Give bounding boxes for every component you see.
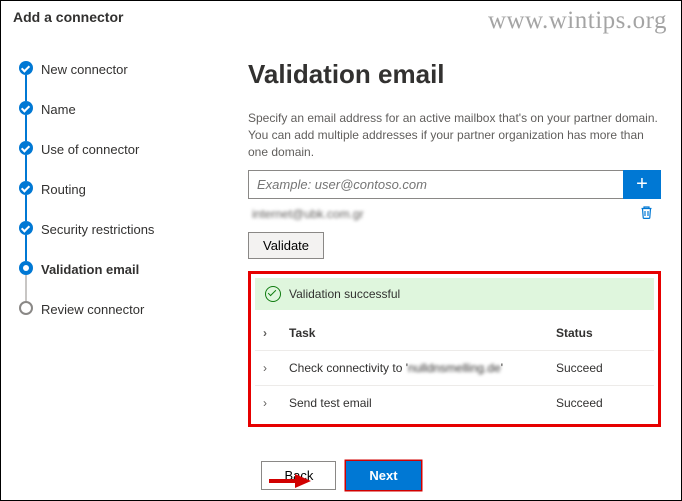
check-icon (19, 221, 33, 235)
task-row: › Send test email Succeed (255, 386, 654, 420)
added-email-value: internet@ubk.com.gr (252, 207, 364, 221)
step-name[interactable]: Name (13, 89, 208, 129)
task-header-row: › Task Status (255, 316, 654, 351)
task-cell: Send test email (283, 396, 556, 410)
task-header: Task (283, 326, 556, 340)
success-banner: Validation successful (255, 278, 654, 310)
step-label: Use of connector (41, 142, 139, 157)
step-validation-email[interactable]: Validation email (13, 249, 208, 289)
chevron-right-icon[interactable]: › (263, 361, 283, 375)
step-label: Name (41, 102, 76, 117)
check-icon (19, 181, 33, 195)
step-review-connector[interactable]: Review connector (13, 289, 208, 329)
success-icon (265, 286, 281, 302)
success-message: Validation successful (289, 287, 400, 301)
page-description: Specify an email address for an active m… (248, 110, 661, 160)
step-new-connector[interactable]: New connector (13, 49, 208, 89)
step-label: Validation email (41, 262, 139, 277)
wizard-steps: New connector Name Use of connector Rout… (13, 29, 208, 449)
panel-title: Add a connector (1, 1, 681, 29)
validate-button[interactable]: Validate (248, 232, 324, 259)
task-cell: Check connectivity to 'nulldnsmelling.de… (283, 361, 556, 375)
current-step-icon (19, 261, 33, 275)
step-label: New connector (41, 62, 128, 77)
check-icon (19, 61, 33, 75)
step-use-of-connector[interactable]: Use of connector (13, 129, 208, 169)
pending-step-icon (19, 301, 33, 315)
page-title: Validation email (248, 59, 661, 90)
chevron-right-icon[interactable]: › (263, 326, 283, 340)
next-button[interactable]: Next (346, 461, 420, 490)
add-button[interactable]: + (623, 170, 661, 199)
status-cell: Succeed (556, 396, 646, 410)
step-label: Review connector (41, 302, 144, 317)
step-routing[interactable]: Routing (13, 169, 208, 209)
task-row: › Check connectivity to 'nulldnsmelling.… (255, 351, 654, 386)
step-label: Routing (41, 182, 86, 197)
chevron-right-icon[interactable]: › (263, 396, 283, 410)
annotation-arrow (267, 470, 311, 492)
validation-results: Validation successful › Task Status › Ch… (248, 271, 661, 427)
step-label: Security restrictions (41, 222, 154, 237)
check-icon (19, 101, 33, 115)
footer-buttons: Back Next (1, 461, 681, 490)
added-email-row: internet@ubk.com.gr (248, 199, 661, 228)
status-header: Status (556, 326, 646, 340)
status-cell: Succeed (556, 361, 646, 375)
email-input[interactable] (248, 170, 623, 199)
step-security-restrictions[interactable]: Security restrictions (13, 209, 208, 249)
check-icon (19, 141, 33, 155)
plus-icon: + (636, 173, 648, 196)
delete-icon[interactable] (640, 205, 657, 222)
